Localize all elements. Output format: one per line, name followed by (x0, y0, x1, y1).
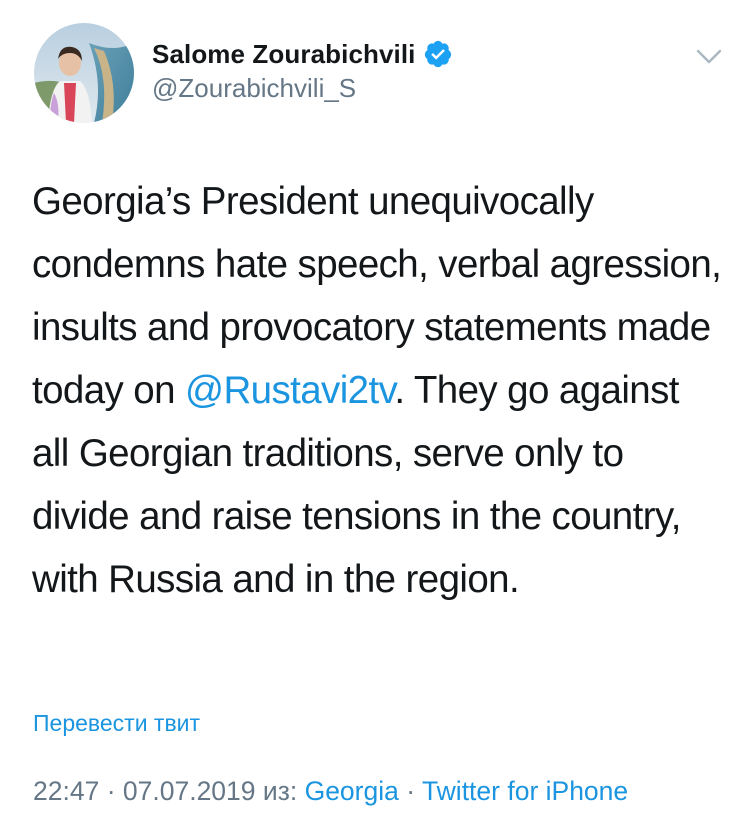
author-display-name[interactable]: Salome Zourabichvili (152, 39, 416, 70)
meta-separator: · (398, 776, 422, 806)
meta-separator: · (99, 776, 123, 806)
author-handle[interactable]: @Zourabichvili_S (152, 73, 356, 104)
avatar[interactable] (34, 23, 134, 123)
tweet-text: Georgia’s President unequivocally condem… (32, 170, 722, 611)
author-name-row[interactable]: Salome Zourabichvili (152, 37, 453, 71)
from-label: из: (255, 776, 305, 806)
avatar-image (34, 23, 134, 123)
verified-badge-icon (423, 39, 453, 69)
source-link[interactable]: Twitter for iPhone (422, 776, 628, 806)
translate-tweet-link[interactable]: Перевести твит (33, 710, 200, 737)
location-link[interactable]: Georgia (305, 776, 399, 806)
mention-link[interactable]: @Rustavi2tv (185, 369, 395, 412)
chevron-down-icon[interactable] (694, 44, 724, 68)
tweet-date: 07.07.2019 (122, 776, 256, 806)
tweet: Salome Zourabichvili @Zourabichvili_S Ge… (0, 0, 750, 831)
tweet-metadata: 22:47 · 07.07.2019 из: Georgia · Twitter… (33, 776, 628, 807)
tweet-time: 22:47 (33, 776, 100, 806)
